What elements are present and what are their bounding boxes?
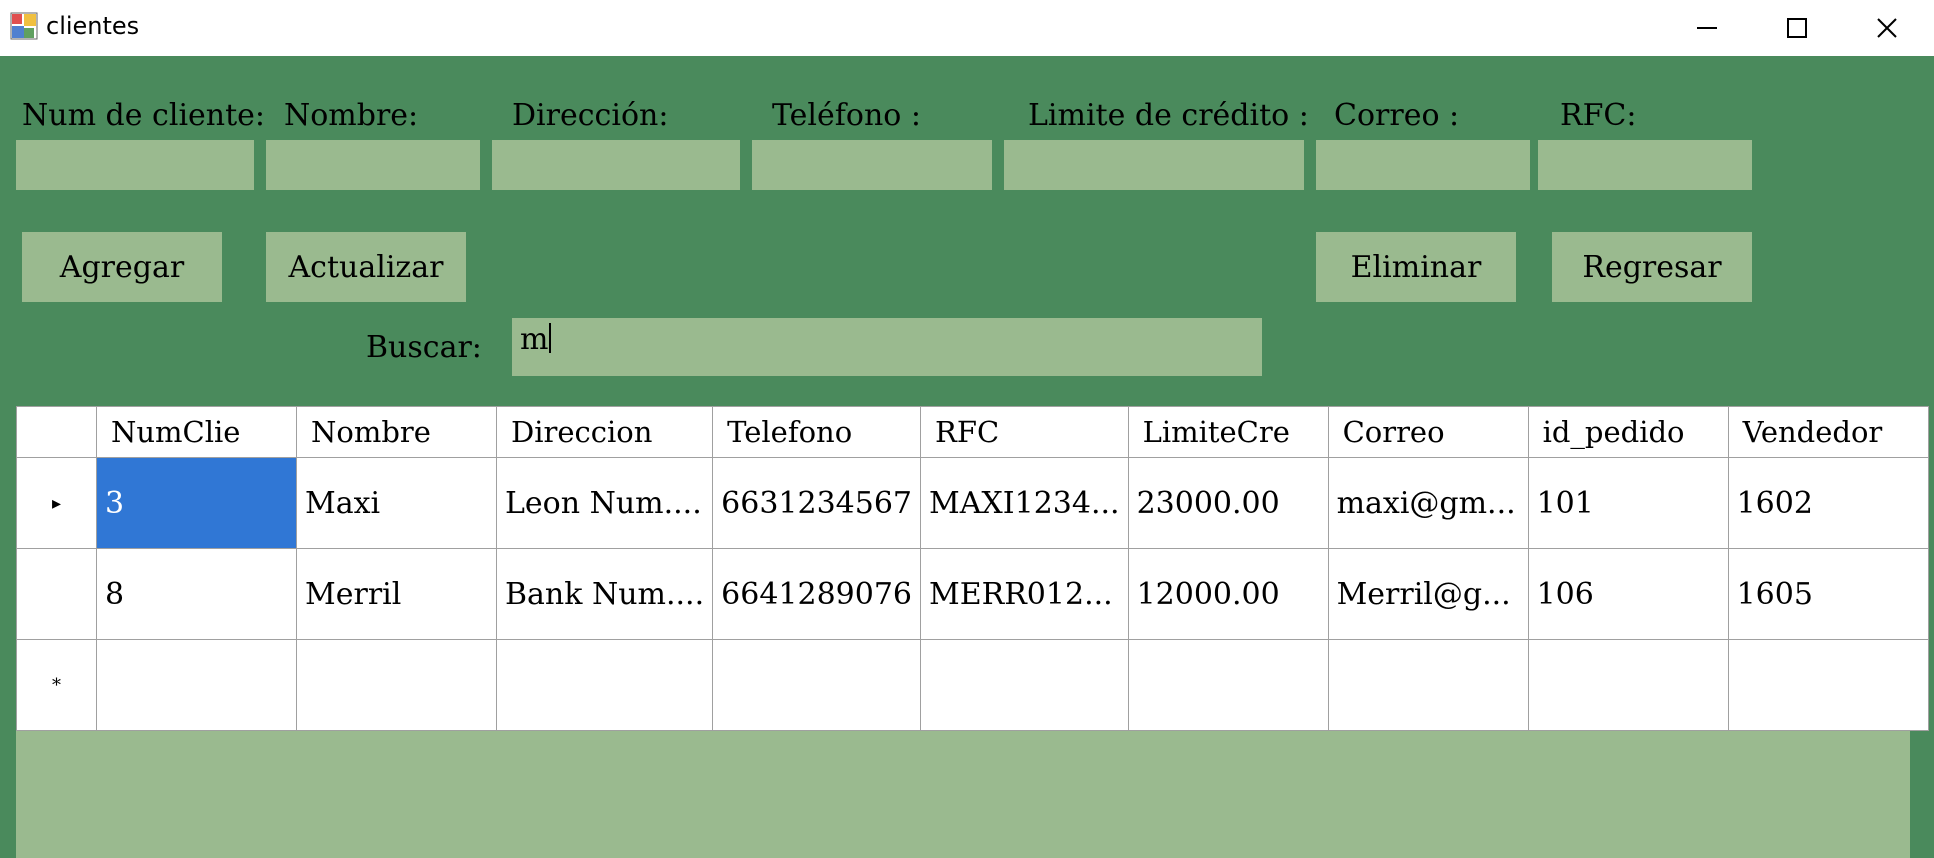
app-icon [10,12,38,40]
direccion-input[interactable] [492,140,740,190]
grid-header-row: NumClie Nombre Direccion Telefono RFC Li… [16,406,1929,458]
table-cell[interactable]: 6631234567 [712,457,922,549]
table-row[interactable]: 8 Merril Bank Num.... 6641289076 MERR012… [16,548,1929,640]
table-cell[interactable]: 6641289076 [712,548,922,640]
table-cell[interactable]: Maxi [296,457,497,549]
table-cell[interactable]: 106 [1527,548,1729,640]
grid-corner[interactable] [16,406,97,458]
table-cell[interactable] [712,639,922,731]
column-header-nombre[interactable]: Nombre [296,406,497,458]
column-header-id-pedido[interactable]: id_pedido [1527,406,1729,458]
search-label: Buscar: [366,330,482,365]
label-limite-credito: Limite de crédito : [1028,98,1309,133]
label-num-cliente: Num de cliente: [22,98,266,133]
client-area: Num de cliente: Nombre: Dirección: Teléf… [0,56,1934,858]
table-cell[interactable]: Merril [296,548,497,640]
text-caret [549,323,552,353]
close-icon [1877,18,1897,38]
table-cell[interactable] [495,639,714,731]
nombre-input[interactable] [266,140,480,190]
regresar-button[interactable]: Regresar [1552,232,1752,302]
label-nombre: Nombre: [284,98,419,133]
column-header-vendedor[interactable]: Vendedor [1727,406,1929,458]
telefono-input[interactable] [752,140,992,190]
maximize-icon [1787,18,1807,38]
row-header[interactable] [16,548,97,640]
num-cliente-input[interactable] [16,140,254,190]
current-row-indicator[interactable]: ▸ [16,457,97,549]
label-correo: Correo : [1334,98,1460,133]
new-row[interactable]: * [16,639,1929,731]
minimize-icon [1697,27,1717,29]
column-header-limitecre[interactable]: LimiteCre [1127,406,1329,458]
table-cell[interactable] [296,639,497,731]
clients-grid[interactable]: NumClie Nombre Direccion Telefono RFC Li… [16,406,1929,731]
table-cell[interactable]: MERR012... [920,548,1129,640]
title-bar: clientes [0,0,1934,56]
limite-credito-input[interactable] [1004,140,1304,190]
table-cell[interactable]: 8 [96,548,297,640]
table-cell[interactable] [1727,639,1929,731]
table-cell[interactable] [1527,639,1729,731]
table-cell[interactable]: 101 [1527,457,1729,549]
rfc-input[interactable] [1538,140,1752,190]
table-cell[interactable]: 1605 [1727,548,1929,640]
table-cell[interactable]: Merril@g... [1327,548,1529,640]
table-cell[interactable] [920,639,1129,731]
window-title: clientes [46,12,140,40]
table-cell[interactable]: Leon Num.... [495,457,714,549]
table-cell[interactable] [96,639,297,731]
table-cell[interactable] [1127,639,1329,731]
column-header-telefono[interactable]: Telefono [712,406,922,458]
search-input[interactable]: m [512,318,1262,376]
correo-input[interactable] [1316,140,1530,190]
table-cell[interactable]: maxi@gm... [1327,457,1529,549]
table-cell[interactable] [1327,639,1529,731]
table-cell[interactable]: 1602 [1727,457,1929,549]
table-cell[interactable]: Bank Num.... [495,548,714,640]
close-button[interactable] [1842,0,1932,56]
column-header-numclie[interactable]: NumClie [96,406,297,458]
table-cell[interactable]: MAXI1234... [920,457,1129,549]
agregar-button[interactable]: Agregar [22,232,222,302]
maximize-button[interactable] [1752,0,1842,56]
label-direccion: Dirección: [512,98,669,133]
table-cell[interactable]: 3 [96,457,297,549]
minimize-button[interactable] [1662,0,1752,56]
search-input-value: m [520,322,549,357]
column-header-direccion[interactable]: Direccion [495,406,714,458]
eliminar-button[interactable]: Eliminar [1316,232,1516,302]
column-header-rfc[interactable]: RFC [920,406,1129,458]
new-row-indicator[interactable]: * [16,639,97,731]
label-rfc: RFC: [1560,98,1637,133]
table-cell[interactable]: 12000.00 [1127,548,1329,640]
actualizar-button[interactable]: Actualizar [266,232,466,302]
table-cell[interactable]: 23000.00 [1127,457,1329,549]
label-telefono: Teléfono : [772,98,921,133]
column-header-correo[interactable]: Correo [1327,406,1529,458]
table-row[interactable]: ▸ 3 Maxi Leon Num.... 6631234567 MAXI123… [16,457,1929,549]
